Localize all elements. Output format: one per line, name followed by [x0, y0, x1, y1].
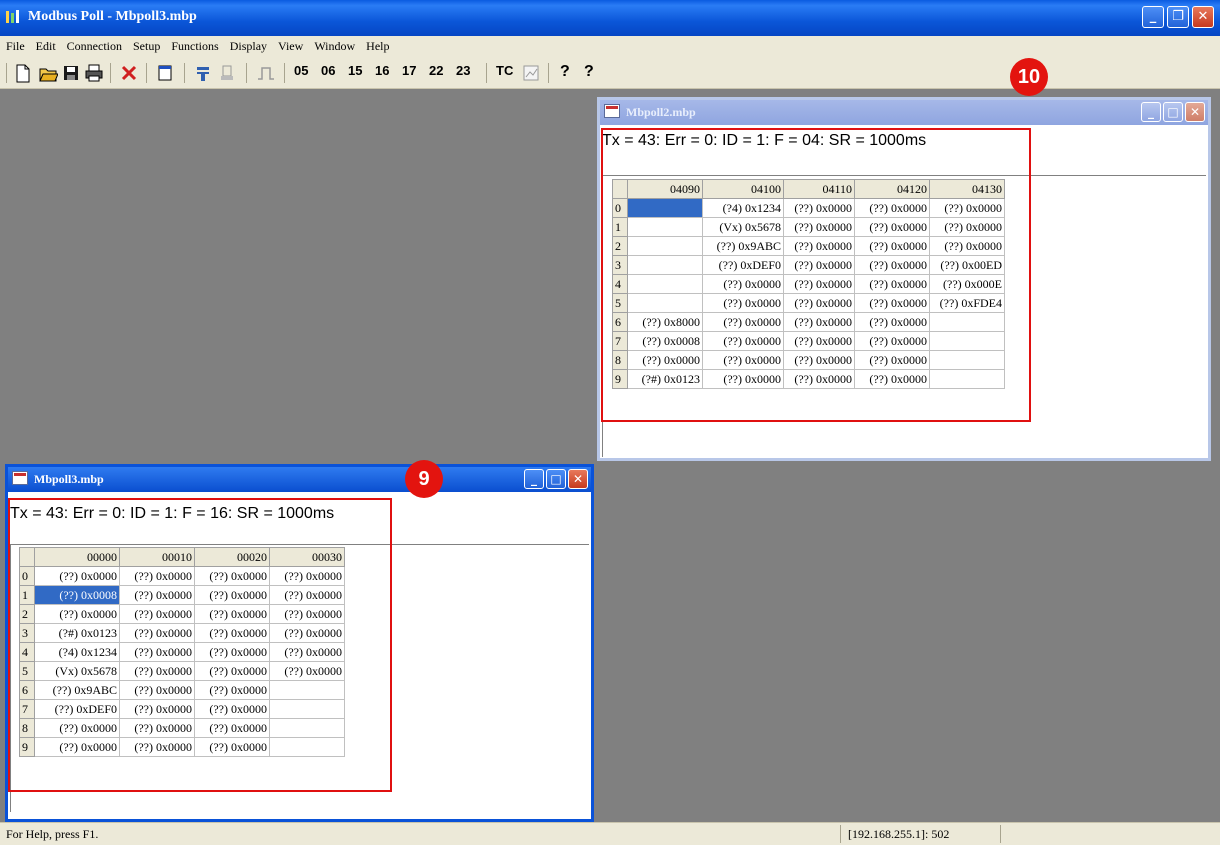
- function-05-button[interactable]: 05: [294, 63, 308, 78]
- function-17-button[interactable]: 17: [402, 63, 416, 78]
- restore-button[interactable]: ❐: [1167, 6, 1189, 28]
- mbpoll2-minimize-button[interactable]: _: [1141, 102, 1161, 122]
- connect-icon[interactable]: [194, 62, 212, 84]
- save-icon[interactable]: [62, 62, 80, 84]
- menu-setup[interactable]: Setup: [127, 36, 165, 54]
- mbpoll3-maximize-button[interactable]: □: [546, 469, 566, 489]
- status-help-text: For Help, press F1.: [6, 827, 99, 841]
- context-help-icon[interactable]: ?: [584, 63, 594, 81]
- mbpoll2-close-button[interactable]: ✕: [1185, 102, 1205, 122]
- help-icon[interactable]: ?: [560, 63, 570, 81]
- toolbar-separator: [146, 63, 147, 83]
- delete-icon[interactable]: [120, 62, 138, 84]
- toolbar-grip: [6, 63, 7, 83]
- menu-view[interactable]: View: [272, 36, 308, 54]
- minimize-button[interactable]: _: [1142, 6, 1164, 28]
- menu-connection[interactable]: Connection: [61, 36, 127, 54]
- pulse-icon[interactable]: [256, 62, 276, 84]
- status-connection-address: [192.168.255.1]: 502: [848, 827, 950, 841]
- menu-display[interactable]: Display: [224, 36, 272, 54]
- app-title-bar[interactable]: Modbus Poll - Mbpoll3.mbp _ ❐ ✕: [0, 0, 1220, 36]
- toolbar-separator: [246, 63, 247, 83]
- modbus-app-icon: [6, 10, 19, 23]
- new-icon[interactable]: [14, 62, 32, 84]
- menu-file[interactable]: File: [0, 36, 30, 54]
- document-icon: [12, 471, 28, 485]
- tc-button[interactable]: TC: [496, 63, 513, 78]
- menu-edit[interactable]: Edit: [30, 36, 61, 54]
- mbpoll3-title-bar[interactable]: Mbpoll3.mbp _ □ ✕: [8, 467, 591, 492]
- status-bar: For Help, press F1. [192.168.255.1]: 502: [0, 822, 1220, 845]
- status-pane-divider: [1000, 825, 1001, 843]
- mbpoll3-title: Mbpoll3.mbp: [34, 472, 104, 486]
- annotation-box-9: [8, 498, 392, 792]
- document-icon: [604, 104, 620, 118]
- annotation-badge-10: 10: [1010, 58, 1048, 96]
- function-23-button[interactable]: 23: [456, 63, 470, 78]
- function-16-button[interactable]: 16: [375, 63, 389, 78]
- menu-bar: File Edit Connection Setup Functions Display V…: [0, 36, 1220, 58]
- print-icon[interactable]: [84, 62, 104, 84]
- close-button[interactable]: ✕: [1192, 6, 1214, 28]
- menu-help[interactable]: Help: [360, 36, 394, 54]
- toolbar-separator: [486, 63, 487, 83]
- menu-window[interactable]: Window: [308, 36, 360, 54]
- toolbar-separator: [110, 63, 111, 83]
- mbpoll3-minimize-button[interactable]: _: [524, 469, 544, 489]
- open-icon[interactable]: [38, 62, 58, 84]
- toolbar-separator: [184, 63, 185, 83]
- chart-icon[interactable]: [522, 62, 540, 84]
- function-22-button[interactable]: 22: [429, 63, 443, 78]
- menu-functions[interactable]: Functions: [165, 36, 223, 54]
- function-15-button[interactable]: 15: [348, 63, 362, 78]
- app-title: Modbus Poll - Mbpoll3.mbp: [28, 9, 197, 24]
- toolbar-separator: [548, 63, 549, 83]
- toolbar-separator: [284, 63, 285, 83]
- mbpoll2-maximize-button[interactable]: □: [1163, 102, 1183, 122]
- window-icon[interactable]: [156, 62, 174, 84]
- annotation-box-10: [601, 128, 1031, 422]
- function-06-button[interactable]: 06: [321, 63, 335, 78]
- disconnect-icon[interactable]: [218, 62, 236, 84]
- status-pane-divider: [840, 825, 841, 843]
- mbpoll2-title-bar[interactable]: Mbpoll2.mbp _ □ ✕: [600, 100, 1208, 125]
- mbpoll3-close-button[interactable]: ✕: [568, 469, 588, 489]
- annotation-badge-9: 9: [405, 460, 443, 498]
- mbpoll2-title: Mbpoll2.mbp: [626, 105, 696, 119]
